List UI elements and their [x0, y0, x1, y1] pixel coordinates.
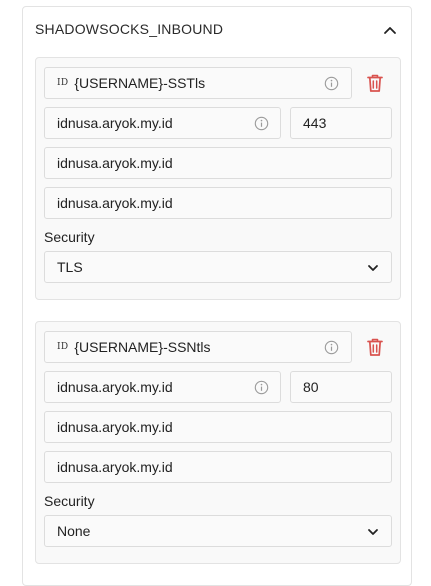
info-icon[interactable]	[254, 116, 269, 131]
chevron-down-icon	[368, 265, 378, 271]
security-select[interactable]: TLS	[44, 251, 392, 283]
security-value: TLS	[57, 259, 83, 275]
info-icon[interactable]	[254, 380, 269, 395]
inbound-card: ID {USERNAME}-SSNtls idnusa.aryok.my.id …	[35, 321, 401, 564]
chevron-up-icon[interactable]	[383, 24, 397, 38]
security-value: None	[57, 523, 91, 539]
server-field[interactable]: idnusa.aryok.my.id	[44, 107, 281, 139]
id-prefix: ID	[57, 342, 69, 352]
sni-field[interactable]: idnusa.aryok.my.id	[44, 451, 392, 483]
server-value: idnusa.aryok.my.id	[57, 115, 173, 131]
port-field[interactable]: 80	[290, 371, 392, 403]
trash-icon[interactable]	[366, 73, 384, 93]
security-label: Security	[44, 493, 95, 509]
trash-icon[interactable]	[366, 337, 384, 357]
panel-title: SHADOWSOCKS_INBOUND	[35, 21, 224, 37]
config-name-value: {USERNAME}-SSNtls	[74, 339, 211, 355]
server-field[interactable]: idnusa.aryok.my.id	[44, 371, 281, 403]
chevron-down-icon	[368, 529, 378, 535]
host-field[interactable]: idnusa.aryok.my.id	[44, 147, 392, 179]
sni-value: idnusa.aryok.my.id	[57, 195, 173, 211]
host-value: idnusa.aryok.my.id	[57, 419, 173, 435]
security-select[interactable]: None	[44, 515, 392, 547]
host-field[interactable]: idnusa.aryok.my.id	[44, 411, 392, 443]
config-name-field[interactable]: ID {USERNAME}-SSTls	[44, 67, 352, 99]
sni-value: idnusa.aryok.my.id	[57, 459, 173, 475]
inbound-card: ID {USERNAME}-SSTls idnusa.aryok.my.id 4…	[35, 57, 401, 300]
port-value: 443	[303, 115, 327, 131]
config-name-field[interactable]: ID {USERNAME}-SSNtls	[44, 331, 352, 363]
id-prefix: ID	[57, 78, 69, 88]
server-value: idnusa.aryok.my.id	[57, 379, 173, 395]
security-label: Security	[44, 229, 95, 245]
port-value: 80	[303, 379, 319, 395]
host-value: idnusa.aryok.my.id	[57, 155, 173, 171]
info-icon[interactable]	[324, 76, 339, 91]
port-field[interactable]: 443	[290, 107, 392, 139]
sni-field[interactable]: idnusa.aryok.my.id	[44, 187, 392, 219]
config-name-value: {USERNAME}-SSTls	[74, 75, 206, 91]
shadowsocks-inbound-panel: SHADOWSOCKS_INBOUND ID {USERNAME}-SSTls …	[22, 6, 412, 586]
info-icon[interactable]	[324, 340, 339, 355]
